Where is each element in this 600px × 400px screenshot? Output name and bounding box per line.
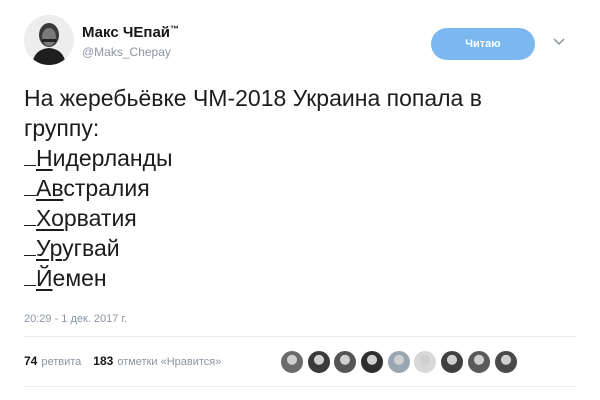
liker-avatar[interactable] — [413, 350, 438, 374]
list-item-first: Ав — [36, 175, 64, 201]
divider — [24, 386, 576, 387]
likes-count: 183 — [93, 354, 114, 368]
list-item-first: Н — [36, 145, 53, 171]
avatar[interactable] — [24, 15, 74, 65]
likes-label: отметки «Нравится» — [117, 356, 222, 368]
list-item: Нидерланды — [24, 143, 584, 173]
list-item-rest: стралия — [63, 175, 150, 201]
display-name-text: Макс ЧЕпай — [82, 24, 171, 41]
list-item: Австралия — [24, 173, 584, 203]
list-item-rest: идерланды — [52, 145, 173, 171]
blank-underline — [24, 265, 36, 286]
chevron-down-icon[interactable] — [551, 34, 567, 50]
divider — [24, 336, 576, 337]
liker-avatar[interactable] — [466, 350, 491, 374]
user-handle[interactable]: @Maks_Chepay — [82, 45, 179, 59]
list-item-rest: угвай — [62, 235, 120, 261]
author-block: Макс ЧЕпай™ @Maks_Chepay — [82, 24, 179, 59]
tweet-card: Макс ЧЕпай™ @Maks_Chepay Читаю На жеребь… — [0, 0, 600, 400]
liker-avatar[interactable] — [333, 350, 358, 374]
avatar-portrait-icon — [24, 15, 74, 65]
list-item-rest: рватия — [63, 205, 137, 231]
list-item: Хорватия — [24, 203, 584, 233]
likes-stat[interactable]: 183 отметки «Нравится» — [93, 354, 221, 368]
liker-avatar[interactable] — [360, 350, 385, 374]
trademark: ™ — [170, 24, 180, 34]
list-item: Йемен — [24, 263, 584, 293]
tweet-text: На жеребьёвке ЧМ-2018 Украина попала в г… — [24, 83, 584, 293]
list-item-first: Ур — [36, 235, 63, 261]
liker-avatar[interactable] — [386, 350, 411, 374]
liker-avatar[interactable] — [280, 350, 304, 374]
list-item: Уругвай — [24, 233, 584, 263]
retweets-label: ретвита — [41, 356, 82, 368]
retweets-count: 74 — [24, 354, 38, 368]
list-item-rest: емен — [52, 265, 107, 291]
blank-underline — [24, 235, 36, 256]
tweet-text-line: группу: — [24, 115, 100, 141]
liker-avatar[interactable] — [306, 350, 331, 374]
tweet-timestamp[interactable]: 20:29 - 1 дек. 2017 г. — [24, 313, 127, 325]
list-item-first: Хо — [36, 205, 64, 231]
blank-underline — [24, 205, 36, 226]
tweet-stats: 74 ретвита 183 отметки «Нравится» — [24, 354, 221, 368]
liker-avatar[interactable] — [440, 350, 465, 374]
list-item-first: Й — [36, 265, 53, 291]
follow-button[interactable]: Читаю — [431, 28, 535, 60]
blank-underline — [24, 175, 36, 196]
liker-avatar[interactable] — [493, 350, 518, 374]
retweets-stat[interactable]: 74 ретвита — [24, 354, 81, 368]
likers-avatars — [280, 350, 520, 374]
tweet-text-line: На жеребьёвке ЧМ-2018 Украина попала в — [24, 85, 482, 111]
display-name[interactable]: Макс ЧЕпай™ — [82, 24, 179, 41]
blank-underline — [24, 145, 36, 166]
